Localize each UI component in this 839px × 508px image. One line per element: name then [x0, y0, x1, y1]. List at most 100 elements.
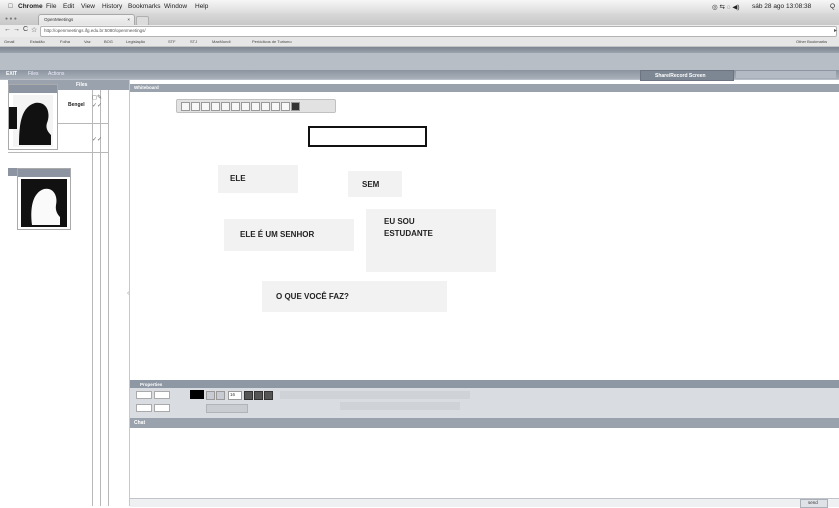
page-menu-icon[interactable]: ▸ [834, 27, 837, 34]
properties-title: Properties [140, 382, 163, 387]
menu-file[interactable]: File [46, 3, 56, 10]
tool-pointer-icon[interactable] [211, 102, 220, 111]
mac-menubar:  Chrome File Edit View History Bookmark… [0, 0, 839, 14]
whiteboard-header: Whiteboard [130, 84, 839, 92]
spotlight-icon[interactable]: Q [830, 3, 835, 10]
prop-line-icon[interactable] [216, 391, 225, 400]
bookmark-gmail[interactable]: Gmail [4, 39, 14, 44]
user1-permissions-icons[interactable]: ✓✓ [92, 102, 102, 109]
wb-text-sem: SEM [362, 180, 380, 189]
font-size-value: 16 [230, 392, 236, 397]
user2-avatar-silhouette [18, 169, 70, 227]
prop-w-field[interactable] [136, 404, 152, 412]
chat-header: Chat [130, 418, 839, 428]
user1-name: Bengel [68, 102, 85, 108]
window-controls[interactable]: ● ● ● [5, 16, 17, 22]
wb-text-o-que-voce-faz: O QUE VOCÊ FAZ? [276, 292, 349, 301]
tab-title: OpenMeetings [44, 17, 74, 22]
collapse-left-icon[interactable]: ‹ [127, 290, 129, 297]
bookmark-stj[interactable]: STJ [190, 39, 197, 44]
bookmark-folha[interactable]: Folha [60, 39, 70, 44]
bookmark-other[interactable]: Other Bookmarks [796, 39, 827, 44]
menu-edit[interactable]: Edit [63, 3, 74, 10]
prop-y-field[interactable] [154, 391, 170, 399]
prop-color-swatch[interactable] [190, 390, 204, 399]
tool-select-icon[interactable] [221, 102, 230, 111]
menu-app-chrome[interactable]: Chrome [18, 3, 43, 10]
properties-header: Properties [130, 382, 839, 388]
wb-textbox-ele[interactable]: ELE [218, 165, 298, 193]
chat-send-button[interactable]: send [800, 499, 828, 508]
prop-h-field[interactable] [154, 404, 170, 412]
menu-bookmarks[interactable]: Bookmarks [128, 3, 161, 10]
menu-help[interactable]: Help [195, 3, 208, 10]
chat-title: Chat [134, 420, 146, 426]
reload-icon[interactable]: C [23, 26, 28, 33]
wb-text-ele: ELE [230, 174, 246, 183]
tool-pen-icon[interactable] [241, 102, 250, 111]
user2-permissions-icons[interactable]: ✓✓ [92, 136, 102, 143]
bookmark-vaz[interactable]: Vaz [84, 39, 91, 44]
wb-text-estudante: EU SOU ESTUDANTE [384, 217, 433, 238]
tool-line-icon[interactable] [251, 102, 260, 111]
prop-bold-icon[interactable] [244, 391, 253, 400]
menu-window[interactable]: Window [164, 3, 187, 10]
prop-fill-icon[interactable] [206, 391, 215, 400]
clock: sáb 28 ago 13:08:38 [752, 3, 812, 10]
prop-x-field[interactable] [136, 391, 152, 399]
bookmark-legislacao[interactable]: Legislação [126, 39, 145, 44]
wb-textbox-sem[interactable]: SEM [348, 171, 402, 197]
user1-video[interactable] [8, 84, 58, 150]
bookmark-stf[interactable]: STF [168, 39, 176, 44]
star-icon[interactable]: ☆ [31, 26, 37, 34]
tab-close-icon[interactable]: × [127, 17, 130, 22]
properties-panel: Properties 16 [130, 380, 839, 420]
url-text: http://openmeetings.ifg.edu.br:5080/open… [44, 28, 146, 33]
user1-edit-icons[interactable]: ◻✎ [92, 94, 102, 101]
tool-text-icon[interactable] [231, 102, 240, 111]
files-tab-label[interactable]: Files [76, 82, 87, 88]
prop-underline-icon[interactable] [264, 391, 273, 400]
prop-italic-icon[interactable] [254, 391, 263, 400]
user2-video[interactable] [17, 168, 71, 230]
wb-textbox-estudante[interactable]: EU SOU ESTUDANTE [366, 209, 496, 272]
bookmark-maxmundi[interactable]: MaxMundi [212, 39, 230, 44]
nav-exit-label[interactable]: EXIT [6, 71, 17, 77]
apple-icon[interactable]:  [8, 3, 13, 10]
tool-undo-icon[interactable] [201, 102, 210, 111]
user1-avatar-silhouette [9, 85, 57, 147]
nav-actions-label[interactable]: Actions [48, 71, 64, 77]
drawn-rectangle[interactable] [308, 126, 427, 147]
tool-rectangle-icon[interactable] [271, 102, 280, 111]
whiteboard-toolbar [176, 99, 336, 113]
prop-font-size[interactable]: 16 [228, 391, 242, 400]
share-record-screen-button[interactable]: Share/Record Screen [640, 70, 734, 81]
tool-save-icon[interactable] [191, 102, 200, 111]
menu-history[interactable]: History [102, 3, 122, 10]
share-info-text [736, 71, 836, 78]
nav-back-forward-icon[interactable]: ← → [4, 26, 20, 33]
app-header-strip [0, 47, 839, 53]
tool-ellipse-icon[interactable] [281, 102, 290, 111]
nav-files-label[interactable]: Files [28, 71, 39, 77]
whiteboard-title: Whiteboard [134, 85, 159, 90]
status-icons: ◎ ⇆ ◌ ◀) [712, 4, 740, 11]
tool-underline-icon[interactable] [261, 102, 270, 111]
send-label: send [808, 500, 818, 505]
wb-textbox-o-que-voce-faz[interactable]: O QUE VOCÊ FAZ? [262, 281, 447, 312]
share-button-label: Share/Record Screen [655, 73, 706, 79]
tool-new-icon[interactable] [181, 102, 190, 111]
menu-view[interactable]: View [81, 3, 95, 10]
bookmark-estadao[interactable]: Estadão [30, 39, 45, 44]
prop-document-properties [280, 391, 470, 399]
prop-slider-area [340, 402, 460, 410]
bookmark-bog[interactable]: BOG [104, 39, 113, 44]
wb-text-ele-senhor: ELE É UM SENHOR [240, 230, 315, 239]
chat-messages [133, 432, 833, 494]
bookmarks-bar: Gmail Estadão Folha Vaz BOG Legislação S… [0, 37, 839, 47]
address-bar[interactable]: http://openmeetings.ifg.edu.br:5080/open… [40, 26, 837, 37]
wb-textbox-ele-senhor[interactable]: ELE É UM SENHOR [224, 219, 354, 251]
bookmark-periodicos[interactable]: Periódicos de Turismo [252, 39, 292, 44]
tool-color-icon[interactable] [291, 102, 300, 111]
prop-disabled-controls [206, 404, 248, 413]
